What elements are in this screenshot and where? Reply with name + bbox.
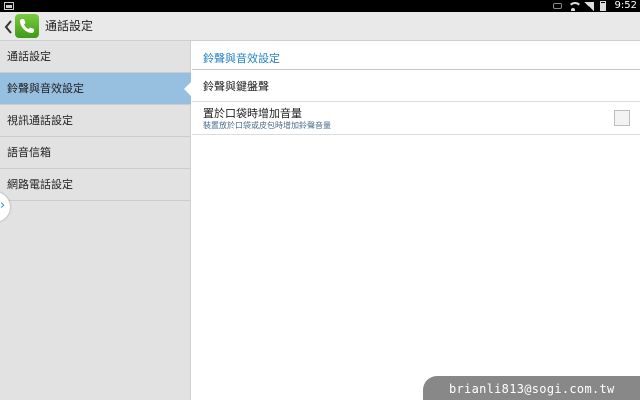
sidebar-item-label: 語音信箱 (7, 146, 51, 159)
vibrate-icon (553, 3, 562, 9)
sidebar-item-voicemail[interactable]: 語音信箱 (0, 137, 191, 169)
signal-icon (584, 1, 594, 11)
ringtone-keytone-row[interactable]: 鈴聲與鍵盤聲 (192, 70, 640, 102)
status-icons (553, 1, 606, 11)
pocket-volume-checkbox[interactable] (614, 110, 630, 126)
pocket-volume-row[interactable]: 置於口袋時增加音量 裝置放於口袋或皮包時增加鈴聲音量 (192, 102, 640, 135)
sidebar-item-internet-call[interactable]: 網路電話設定 (0, 169, 191, 201)
section-header: 鈴聲與音效設定 (203, 52, 280, 65)
settings-sidebar: 通話設定 鈴聲與音效設定 視訊通話設定 語音信箱 網路電話設定 › (0, 41, 192, 400)
gallery-notification-icon (4, 2, 14, 10)
row-title: 置於口袋時增加音量 (203, 107, 302, 120)
chevron-left-icon[interactable] (4, 19, 13, 34)
wifi-icon (568, 1, 582, 11)
sidebar-item-label: 通話設定 (7, 50, 51, 63)
selection-indicator (184, 81, 192, 97)
watermark: brianli813@sogi.com.tw (423, 376, 640, 400)
sidebar-item-video-call[interactable]: 視訊通話設定 (0, 105, 191, 137)
sidebar-item-call-settings[interactable]: 通話設定 (0, 41, 191, 73)
row-subtitle: 裝置放於口袋或皮包時增加鈴聲音量 (203, 121, 331, 130)
status-time: 9:52 (614, 0, 637, 11)
row-title: 鈴聲與鍵盤聲 (203, 80, 269, 93)
chevron-right-icon: › (0, 198, 6, 213)
battery-icon (600, 1, 606, 11)
sidebar-item-label: 網路電話設定 (7, 178, 73, 191)
sidebar-item-label: 鈴聲與音效設定 (7, 82, 84, 95)
status-bar: 9:52 (0, 0, 640, 12)
phone-icon[interactable] (15, 14, 39, 38)
page-title: 通話設定 (45, 19, 94, 33)
sidebar-item-label: 視訊通話設定 (7, 114, 73, 127)
action-bar: 通話設定 (0, 12, 640, 41)
sidebar-item-ringtone-sound[interactable]: 鈴聲與音效設定 (0, 73, 192, 105)
watermark-text: brianli813@sogi.com.tw (449, 382, 615, 396)
